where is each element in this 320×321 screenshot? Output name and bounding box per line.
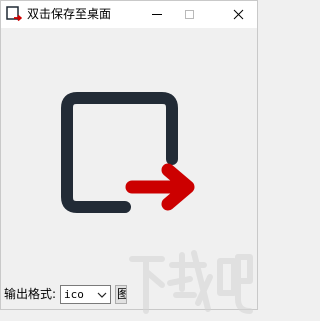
export-box-arrow-icon[interactable]: [61, 92, 201, 236]
close-button[interactable]: [222, 1, 254, 28]
image-button-label: 图: [117, 287, 126, 302]
minimize-icon: [152, 14, 162, 15]
window-title: 双击保存至桌面: [27, 7, 112, 21]
client-area: 输出格式: ico 图: [1, 28, 257, 314]
format-select[interactable]: ico: [60, 285, 111, 304]
maximize-button: [173, 1, 205, 28]
close-icon: [233, 9, 243, 20]
app-window: 双击保存至桌面 输出格式: ico 图: [0, 0, 258, 314]
format-label: 输出格式:: [4, 287, 57, 301]
site-logo-icon: [129, 250, 253, 314]
export-arrow-icon: [6, 6, 22, 22]
maximize-icon: [184, 10, 194, 19]
chevron-down-icon: [97, 292, 107, 298]
title-bar[interactable]: 双击保存至桌面: [1, 1, 257, 28]
minimize-button[interactable]: [141, 1, 173, 28]
format-select-value: ico: [64, 288, 84, 301]
image-button[interactable]: 图: [115, 285, 127, 304]
